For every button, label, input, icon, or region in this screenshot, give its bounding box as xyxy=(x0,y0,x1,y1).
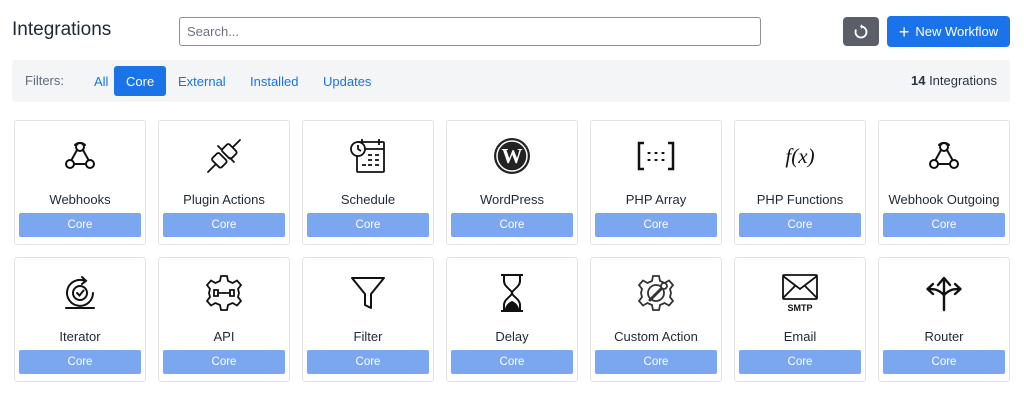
card-schedule[interactable]: Schedule Core xyxy=(302,120,434,245)
core-badge: Core xyxy=(307,213,429,237)
core-badge: Core xyxy=(19,213,141,237)
card-name: Plugin Actions xyxy=(183,192,265,207)
router-arrows-icon xyxy=(879,270,1009,316)
filter-updates[interactable]: Updates xyxy=(311,66,383,96)
card-wordpress[interactable]: W WordPress Core xyxy=(446,120,578,245)
wordpress-icon: W xyxy=(447,133,577,179)
gear-wrench-icon xyxy=(591,270,721,316)
card-iterator[interactable]: Iterator Core xyxy=(14,257,146,382)
api-gear-icon xyxy=(159,270,289,316)
svg-text:f(x): f(x) xyxy=(785,144,814,168)
card-email[interactable]: SMTP Email Core xyxy=(734,257,866,382)
card-delay[interactable]: Delay Core xyxy=(446,257,578,382)
core-badge: Core xyxy=(595,213,717,237)
card-name: Iterator xyxy=(59,329,101,344)
webhook-icon xyxy=(15,133,145,179)
function-icon: f(x) xyxy=(735,133,865,179)
card-name: Delay xyxy=(495,329,529,344)
svg-text:SMTP: SMTP xyxy=(787,303,812,313)
card-php-functions[interactable]: f(x) PHP Functions Core xyxy=(734,120,866,245)
search-input[interactable] xyxy=(179,17,761,46)
card-name: Router xyxy=(924,329,964,344)
webhook-icon xyxy=(879,133,1009,179)
card-name: Schedule xyxy=(340,192,396,207)
header: Integrations + New Workflow xyxy=(0,0,1024,60)
core-badge: Core xyxy=(451,350,573,374)
card-router[interactable]: Router Core xyxy=(878,257,1010,382)
filter-core[interactable]: Core xyxy=(114,66,167,96)
new-workflow-button[interactable]: + New Workflow xyxy=(887,16,1010,47)
filters-label: Filters: xyxy=(25,73,64,88)
core-badge: Core xyxy=(595,350,717,374)
iterator-icon xyxy=(15,270,145,316)
filter-external[interactable]: External xyxy=(166,66,238,96)
page-title: Integrations xyxy=(12,19,112,40)
card-name: Custom Action xyxy=(614,329,698,344)
card-php-array[interactable]: PHP Array Core xyxy=(590,120,722,245)
filter-installed[interactable]: Installed xyxy=(238,66,310,96)
refresh-icon xyxy=(854,23,868,38)
card-name: Filter xyxy=(353,329,383,344)
card-name: Webhooks xyxy=(49,192,111,207)
core-badge: Core xyxy=(739,213,861,237)
core-badge: Core xyxy=(163,350,285,374)
integrations-count: 14 Integrations xyxy=(911,73,997,88)
core-badge: Core xyxy=(19,350,141,374)
filter-bar: Filters: All Core External Installed Upd… xyxy=(12,60,1010,102)
core-badge: Core xyxy=(163,213,285,237)
core-badge: Core xyxy=(883,350,1005,374)
smtp-envelope-icon: SMTP xyxy=(735,270,865,316)
svg-text:W: W xyxy=(502,144,523,168)
card-name: PHP Functions xyxy=(756,192,844,207)
core-badge: Core xyxy=(451,213,573,237)
hourglass-icon xyxy=(447,270,577,316)
count-number: 14 xyxy=(910,73,926,88)
core-badge: Core xyxy=(739,350,861,374)
card-name: Email xyxy=(783,329,817,344)
card-name: API xyxy=(213,329,235,344)
funnel-icon xyxy=(303,270,433,316)
card-name: WordPress xyxy=(479,192,545,207)
card-webhooks[interactable]: Webhooks Core xyxy=(14,120,146,245)
card-name: PHP Array xyxy=(625,192,687,207)
card-filter[interactable]: Filter Core xyxy=(302,257,434,382)
count-label: Integrations xyxy=(929,73,997,88)
card-name: Webhook Outgoing xyxy=(888,192,1000,207)
array-brackets-icon xyxy=(591,133,721,179)
plug-icon xyxy=(159,133,289,179)
calendar-clock-icon xyxy=(303,133,433,179)
card-webhook-outgoing[interactable]: Webhook Outgoing Core xyxy=(878,120,1010,245)
new-workflow-label: New Workflow xyxy=(915,24,999,39)
plus-icon: + xyxy=(898,21,910,42)
core-badge: Core xyxy=(883,213,1005,237)
refresh-button[interactable] xyxy=(843,17,879,46)
card-api[interactable]: API Core xyxy=(158,257,290,382)
core-badge: Core xyxy=(307,350,429,374)
card-plugin-actions[interactable]: Plugin Actions Core xyxy=(158,120,290,245)
card-custom-action[interactable]: Custom Action Core xyxy=(590,257,722,382)
